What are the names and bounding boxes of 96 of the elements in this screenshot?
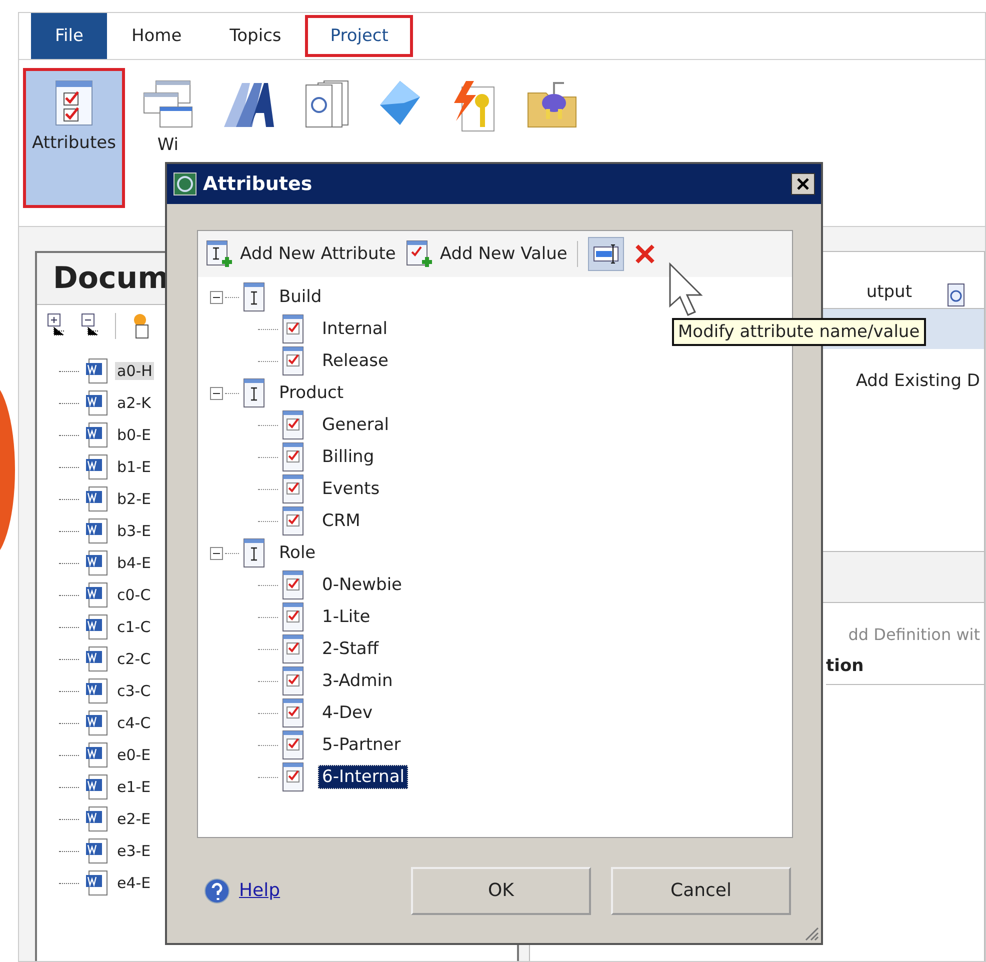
windows-icon <box>142 79 194 129</box>
value-item[interactable]: Billing <box>318 445 378 469</box>
document-icon <box>85 453 109 481</box>
checked-value-icon <box>282 346 304 376</box>
checked-value-icon <box>282 410 304 440</box>
document-icon <box>85 773 109 801</box>
file-name[interactable]: e0-E <box>115 746 153 764</box>
value-item[interactable]: 0-Newbie <box>318 573 406 597</box>
add-attribute-icon <box>206 240 234 268</box>
close-icon <box>796 177 810 191</box>
file-name[interactable]: e2-E <box>115 810 153 828</box>
value-item[interactable]: 4-Dev <box>318 701 377 725</box>
checked-value-icon <box>282 698 304 728</box>
ribbon-tab[interactable]: File <box>31 13 108 59</box>
checked-value-icon <box>282 474 304 504</box>
value-item[interactable]: 5-Partner <box>318 733 405 757</box>
app-logo-icon <box>173 172 197 196</box>
attribute-icon <box>243 282 265 312</box>
file-name[interactable]: c4-C <box>115 714 153 732</box>
value-item[interactable]: CRM <box>318 509 364 533</box>
file-name[interactable]: b2-E <box>115 490 153 508</box>
document-icon <box>85 485 109 513</box>
checked-value-icon <box>282 602 304 632</box>
checked-value-icon <box>282 730 304 760</box>
help-document-icon[interactable] <box>946 282 966 308</box>
dialog-title: Attributes <box>203 173 314 195</box>
ribbon-tab[interactable]: Project <box>305 15 414 57</box>
file-name[interactable]: b3-E <box>115 522 153 540</box>
document-icon <box>85 357 109 385</box>
close-button[interactable] <box>791 173 815 195</box>
file-name[interactable]: c2-C <box>115 650 153 668</box>
checked-value-icon <box>282 314 304 344</box>
help-icon <box>203 876 231 904</box>
value-item[interactable]: 6-Internal <box>318 765 408 789</box>
checked-value-icon <box>282 506 304 536</box>
plug-folder-icon <box>526 79 578 129</box>
value-item[interactable]: Events <box>318 477 384 501</box>
file-name[interactable]: b0-E <box>115 426 153 444</box>
cube-icon <box>378 79 422 127</box>
file-name[interactable]: a0-H <box>115 362 154 380</box>
column-header: tion <box>826 644 984 685</box>
checked-value-icon <box>282 666 304 696</box>
document-icon <box>85 389 109 417</box>
help-link[interactable]: Help <box>239 880 280 901</box>
file-name[interactable]: c0-C <box>115 586 153 604</box>
file-name[interactable]: e4-E <box>115 874 153 892</box>
collapse-toggle[interactable] <box>210 386 223 400</box>
dialog-button[interactable]: OK <box>411 866 591 914</box>
value-item[interactable]: 3-Admin <box>318 669 397 693</box>
document-icon <box>85 869 109 897</box>
file-name[interactable]: e1-E <box>115 778 153 796</box>
value-item[interactable]: Release <box>318 349 392 373</box>
file-name[interactable]: c3-C <box>115 682 153 700</box>
add-value-icon <box>406 240 434 268</box>
document-icon <box>85 581 109 609</box>
attribute-name[interactable]: Role <box>279 543 316 563</box>
attribute-icon <box>243 378 265 408</box>
file-name[interactable]: b4-E <box>115 554 153 572</box>
value-item[interactable]: 2-Staff <box>318 637 383 661</box>
document-icon <box>85 421 109 449</box>
document-icon <box>85 517 109 545</box>
ribbon-tab[interactable]: Home <box>107 13 206 59</box>
attribute-name[interactable]: Product <box>279 383 344 403</box>
collapse-toggle[interactable] <box>210 290 223 304</box>
file-name[interactable]: b1-E <box>115 458 153 476</box>
dialog-button[interactable]: Cancel <box>611 866 791 914</box>
document-icon <box>85 709 109 737</box>
value-item[interactable]: Internal <box>318 317 392 341</box>
document-icon <box>85 805 109 833</box>
checked-value-icon <box>282 570 304 600</box>
ribbon-tab[interactable]: Topics <box>206 13 306 59</box>
checked-value-icon <box>282 762 304 792</box>
document-icon <box>85 741 109 769</box>
value-item[interactable]: 1-Lite <box>318 605 374 629</box>
hint-text: dd Definition wit <box>847 624 981 644</box>
delete-icon[interactable] <box>634 243 656 265</box>
value-item[interactable]: General <box>318 413 393 437</box>
attribute-icon <box>243 538 265 568</box>
checked-value-icon <box>282 634 304 664</box>
document-icon <box>85 677 109 705</box>
rename-button[interactable] <box>588 237 624 271</box>
tooltip: Modify attribute name/value <box>672 318 926 346</box>
document-icon <box>85 549 109 577</box>
checklist-icon <box>54 79 94 127</box>
document-icon <box>85 837 109 865</box>
rename-field-icon <box>593 243 620 265</box>
file-name[interactable]: a2-K <box>115 394 153 412</box>
output-tab[interactable]: utput <box>852 276 926 308</box>
document-icon <box>85 613 109 641</box>
ribbon-button[interactable]: Attributes <box>23 68 125 208</box>
document-icon <box>85 645 109 673</box>
collapse-toggle[interactable] <box>210 546 223 560</box>
checked-value-icon <box>282 442 304 472</box>
attribute-name[interactable]: Build <box>279 287 322 307</box>
file-name[interactable]: c1-C <box>115 618 153 636</box>
file-name[interactable]: e3-E <box>115 842 153 860</box>
